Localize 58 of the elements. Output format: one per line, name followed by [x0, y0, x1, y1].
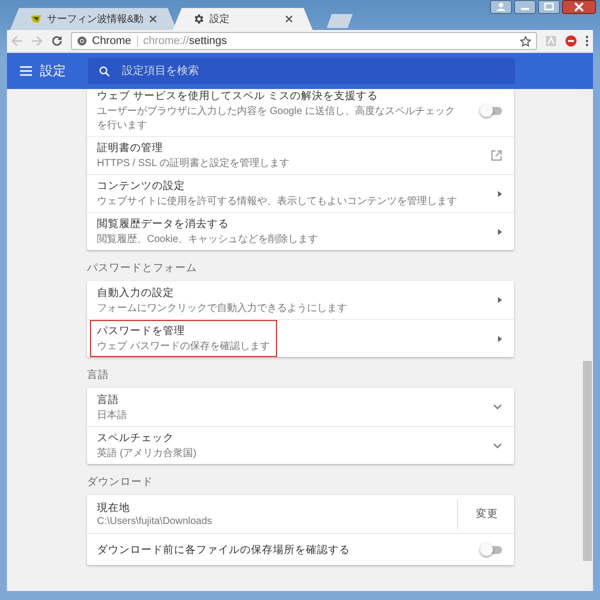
toggle-switch[interactable] [482, 106, 502, 114]
menu-icon[interactable] [20, 66, 32, 76]
search-input[interactable]: 設定項目を検索 [120, 64, 515, 78]
leaf-favicon-icon [30, 13, 42, 25]
setting-description: ウェブ パスワードの保存を確認します [97, 340, 270, 353]
setting-description: フォームにワンクリックで自動入力できるようにします [97, 302, 347, 314]
setting-title: コンテンツの設定 [97, 179, 186, 193]
setting-title: 閲覧履歴データを消去する [97, 217, 230, 231]
address-bar[interactable]: Chrome chrome://settings [71, 32, 537, 50]
no-entry-extension-icon[interactable] [565, 35, 577, 47]
setting-description: HTTPS / SSL の証明書と設定を管理します [97, 156, 290, 170]
setting-description: ウェブサイトに使用を許可する情報や、表示してもよいコンテンツを管理します [97, 194, 457, 208]
tab-title: サーフィン波情報&動 [47, 12, 144, 26]
close-icon[interactable] [284, 15, 293, 23]
setting-description: 閲覧履歴、Cookie、キャッシュなどを削除します [97, 232, 318, 246]
browser-tab[interactable]: サーフィン波情報&動 [10, 8, 177, 30]
page-title: 設定 [40, 62, 67, 80]
setting-title: 現在地 [97, 501, 131, 515]
section-heading: パスワードとフォーム [87, 262, 197, 274]
arrow-right-icon[interactable] [498, 297, 502, 303]
minimize-icon[interactable] [514, 0, 536, 14]
setting-title: ウェブ サービスを使用してスペル ミスの解決を支援する [97, 89, 379, 103]
toggle-switch[interactable] [482, 546, 502, 554]
arrow-right-icon[interactable] [498, 336, 502, 342]
search-field[interactable]: 設定項目を検索 [88, 58, 515, 84]
chrome-logo-icon [77, 36, 87, 46]
search-icon [99, 66, 110, 76]
site-label: Chrome [92, 35, 138, 47]
url-text: chrome://settings [143, 35, 228, 47]
gear-icon [192, 13, 205, 25]
setting-description: 英語 (アメリカ合衆国) [97, 446, 196, 460]
setting-description: 日本語 [97, 408, 127, 422]
setting-title: パスワードを管理 [97, 324, 186, 338]
maximize-icon[interactable] [538, 0, 560, 14]
browser-tab[interactable]: 設定 [172, 8, 313, 30]
scrollbar-thumb[interactable] [583, 361, 592, 561]
setting-description: ユーザーがブラウザに入力した内容を Google に送信し、高度なスペルチェックを行います [97, 104, 456, 132]
section-heading: ダウンロード [87, 476, 153, 488]
chevron-down-icon[interactable] [493, 404, 502, 410]
chevron-down-icon[interactable] [493, 442, 502, 448]
menu-dots-icon[interactable] [585, 35, 589, 47]
arrow-right-icon[interactable] [498, 228, 502, 234]
setting-title: スペルチェック [97, 431, 175, 445]
reload-icon[interactable] [51, 35, 63, 47]
change-button[interactable]: 変更 [472, 503, 502, 525]
arrow-right-icon[interactable] [498, 190, 502, 196]
setting-title: 自動入力の設定 [97, 286, 175, 300]
user-icon[interactable] [490, 0, 512, 14]
section-heading: 言語 [87, 369, 109, 381]
setting-title: ダウンロード前に各ファイルの保存場所を確認する [97, 542, 350, 556]
tab-title: 設定 [210, 12, 231, 26]
close-icon[interactable] [562, 0, 596, 14]
setting-title: 言語 [97, 392, 120, 406]
external-link-icon[interactable] [491, 150, 502, 161]
setting-description: C:\Users\fujita\Downloads [97, 516, 212, 527]
setting-title: 証明書の管理 [97, 141, 164, 155]
bookmark-star-icon[interactable] [520, 36, 531, 46]
close-icon[interactable] [148, 15, 157, 23]
